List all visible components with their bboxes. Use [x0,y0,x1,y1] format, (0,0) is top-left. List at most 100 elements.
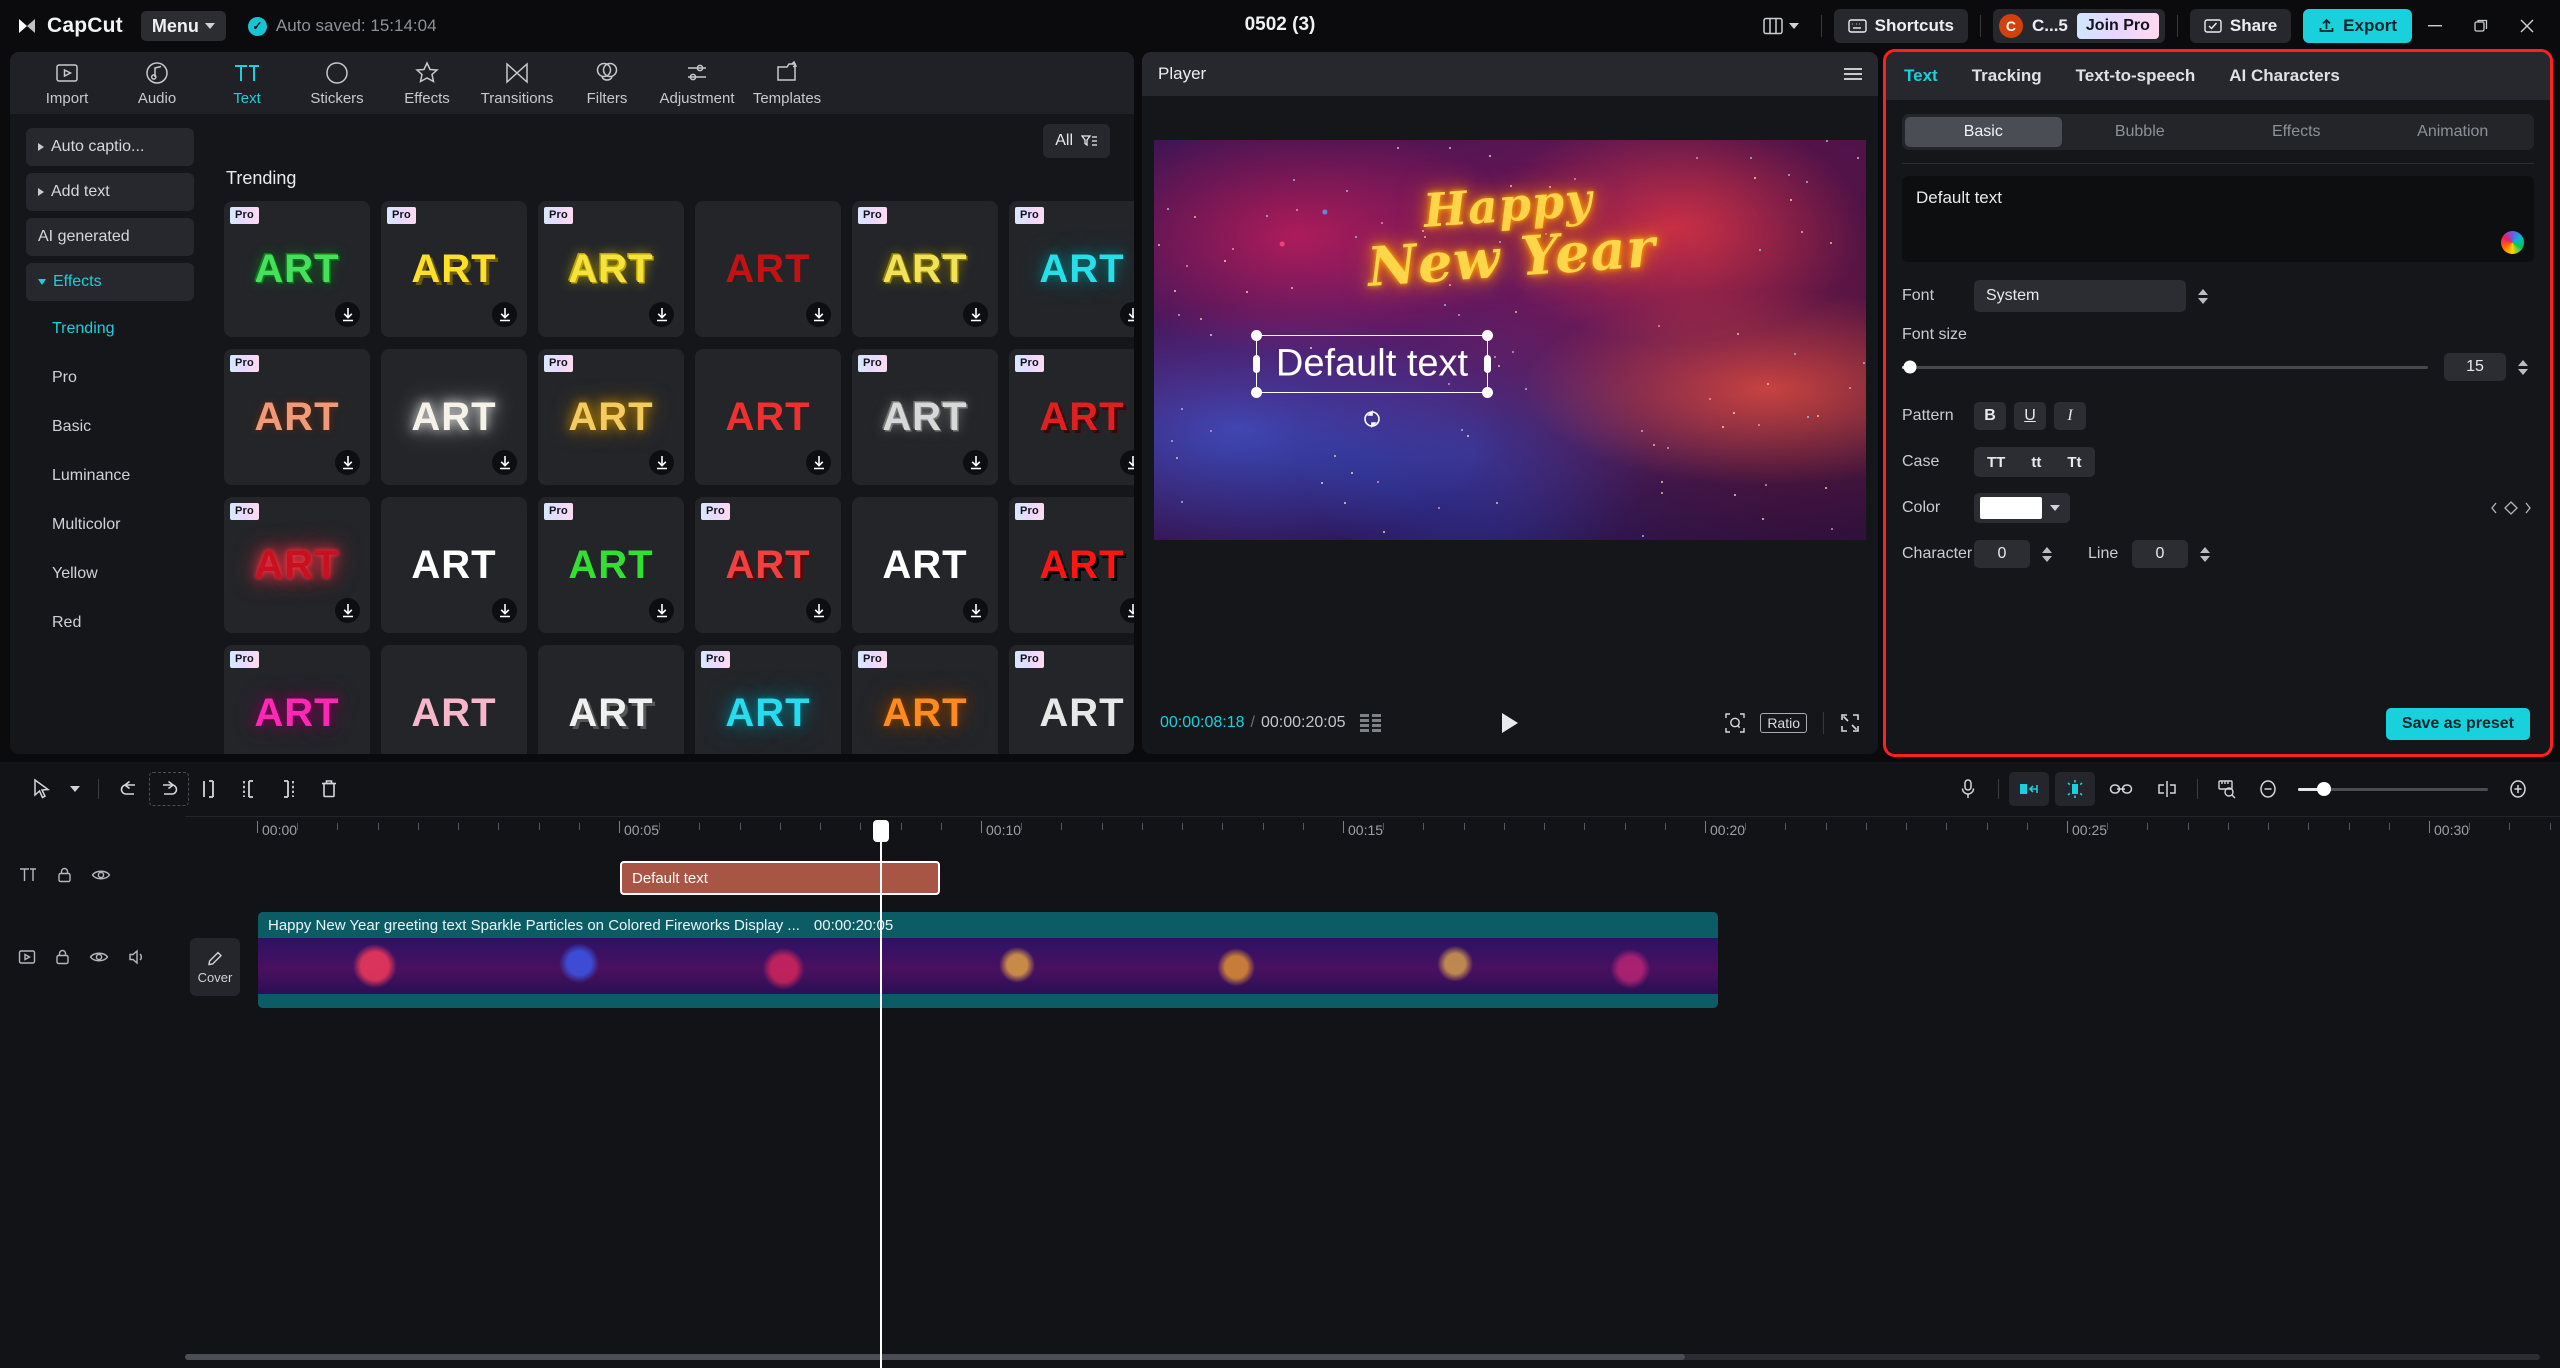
select-tool-icon[interactable] [22,772,62,806]
font-stepper[interactable] [2192,280,2214,312]
toolbar-tab-adjustment[interactable]: Adjustment [654,54,740,112]
toolbar-tab-text[interactable]: Text [204,54,290,112]
mic-icon[interactable] [1948,772,1988,806]
slider-knob[interactable] [1904,361,1917,374]
effect-tile[interactable]: ART [695,349,841,485]
toolbar-tab-effects[interactable]: Effects [384,54,470,112]
resize-handle-bottom-right[interactable] [1482,387,1493,398]
effect-tile[interactable]: Pro ART [224,497,370,633]
resize-handle-top-left[interactable] [1251,330,1262,341]
line-stepper[interactable] [2194,538,2216,570]
delete-tool-icon[interactable] [309,772,349,806]
effect-tile[interactable]: ART [852,497,998,633]
mirror-icon[interactable] [2147,772,2187,806]
text-input-area[interactable]: Default text [1902,176,2534,262]
close-button[interactable] [2504,0,2550,52]
trim-right-tool-icon[interactable] [269,772,309,806]
properties-segment-animation[interactable]: Animation [2375,117,2532,147]
nav-button-add-text[interactable]: Add text [26,173,194,211]
volume-icon[interactable] [127,948,147,966]
nav-subitem-pro[interactable]: Pro [26,357,194,399]
zoom-in-icon[interactable] [2498,772,2538,806]
rotate-handle-icon[interactable] [1361,408,1383,430]
download-icon[interactable] [963,302,988,327]
nav-subitem-yellow[interactable]: Yellow [26,553,194,595]
download-icon[interactable] [963,450,988,475]
zoom-slider[interactable] [2298,788,2488,791]
download-icon[interactable] [806,450,831,475]
font-size-stepper[interactable] [2512,351,2534,383]
download-icon[interactable] [492,450,517,475]
redo-button[interactable] [149,772,189,806]
font-size-value[interactable]: 15 [2444,353,2506,381]
effect-tile[interactable]: Pro ART [852,201,998,337]
color-picker[interactable] [1974,493,2070,523]
character-value[interactable]: 0 [1974,540,2030,568]
resize-handle-bottom-left[interactable] [1251,387,1262,398]
playhead[interactable] [880,838,882,1368]
uppercase-button[interactable]: TT [1974,454,2018,471]
download-icon[interactable] [1120,450,1134,475]
maximize-button[interactable] [2458,0,2504,52]
effect-tile[interactable]: ART [538,645,684,754]
toolbar-tab-audio[interactable]: Audio [114,54,200,112]
scrollbar-thumb[interactable] [185,1354,1685,1360]
ruler-icon[interactable] [2208,772,2248,806]
eye-icon[interactable] [89,949,109,965]
font-select[interactable]: System [1974,280,2186,312]
split-tool-icon[interactable] [189,772,229,806]
properties-segment-bubble[interactable]: Bubble [2062,117,2219,147]
nav-button-ai-generated[interactable]: AI generated [26,218,194,256]
join-pro-button[interactable]: Join Pro [2077,13,2159,39]
download-icon[interactable] [649,598,674,623]
zoom-slider-knob[interactable] [2317,782,2331,796]
color-wheel-icon[interactable] [2501,231,2524,254]
download-icon[interactable] [806,302,831,327]
link-icon[interactable] [2101,772,2141,806]
font-size-slider[interactable] [1902,366,2428,369]
effect-tile[interactable]: Pro ART [852,645,998,754]
lock-icon[interactable] [56,866,73,884]
resize-handle-top-right[interactable] [1482,330,1493,341]
toolbar-tab-filters[interactable]: Filters [564,54,650,112]
toolbar-tab-transitions[interactable]: Transitions [474,54,560,112]
line-value[interactable]: 0 [2132,540,2188,568]
toolbar-tab-import[interactable]: Import [24,54,110,112]
nav-subitem-luminance[interactable]: Luminance [26,455,194,497]
effect-tile[interactable]: Pro ART [538,497,684,633]
lock-icon[interactable] [54,948,71,966]
trim-left-tool-icon[interactable] [229,772,269,806]
nav-button-effects[interactable]: Effects [26,263,194,301]
download-icon[interactable] [492,302,517,327]
effect-tile[interactable]: Pro ART [1009,201,1134,337]
save-as-preset-button[interactable]: Save as preset [2386,708,2530,740]
download-icon[interactable] [492,598,517,623]
effect-tile[interactable]: ART [381,645,527,754]
resize-handle-right[interactable] [1484,355,1491,373]
download-icon[interactable] [335,598,360,623]
character-stepper[interactable] [2036,538,2058,570]
toolbar-tab-templates[interactable]: Templates [744,54,830,112]
filter-all-button[interactable]: All [1043,124,1110,158]
download-icon[interactable] [1120,598,1134,623]
effect-tile[interactable]: Pro ART [695,497,841,633]
effect-tile[interactable]: Pro ART [381,201,527,337]
underline-button[interactable]: U [2014,402,2046,430]
italic-button[interactable]: I [2054,402,2086,430]
fullscreen-icon[interactable] [1840,713,1860,733]
effect-tile[interactable]: Pro ART [852,349,998,485]
properties-tab-tracking[interactable]: Tracking [1972,66,2042,86]
effect-tile[interactable]: ART [381,497,527,633]
resize-handle-left[interactable] [1253,355,1260,373]
share-button[interactable]: Share [2190,9,2291,43]
properties-tab-ai-characters[interactable]: AI Characters [2229,66,2340,86]
snap-icon[interactable] [2055,772,2095,806]
player-menu-icon[interactable] [1844,68,1862,80]
zoom-out-icon[interactable] [2248,772,2288,806]
properties-segment-effects[interactable]: Effects [2218,117,2375,147]
download-icon[interactable] [1120,302,1134,327]
download-icon[interactable] [335,302,360,327]
effect-tile[interactable]: Pro ART [538,349,684,485]
effect-tile[interactable]: ART [381,349,527,485]
effect-tile[interactable]: Pro ART [224,645,370,754]
